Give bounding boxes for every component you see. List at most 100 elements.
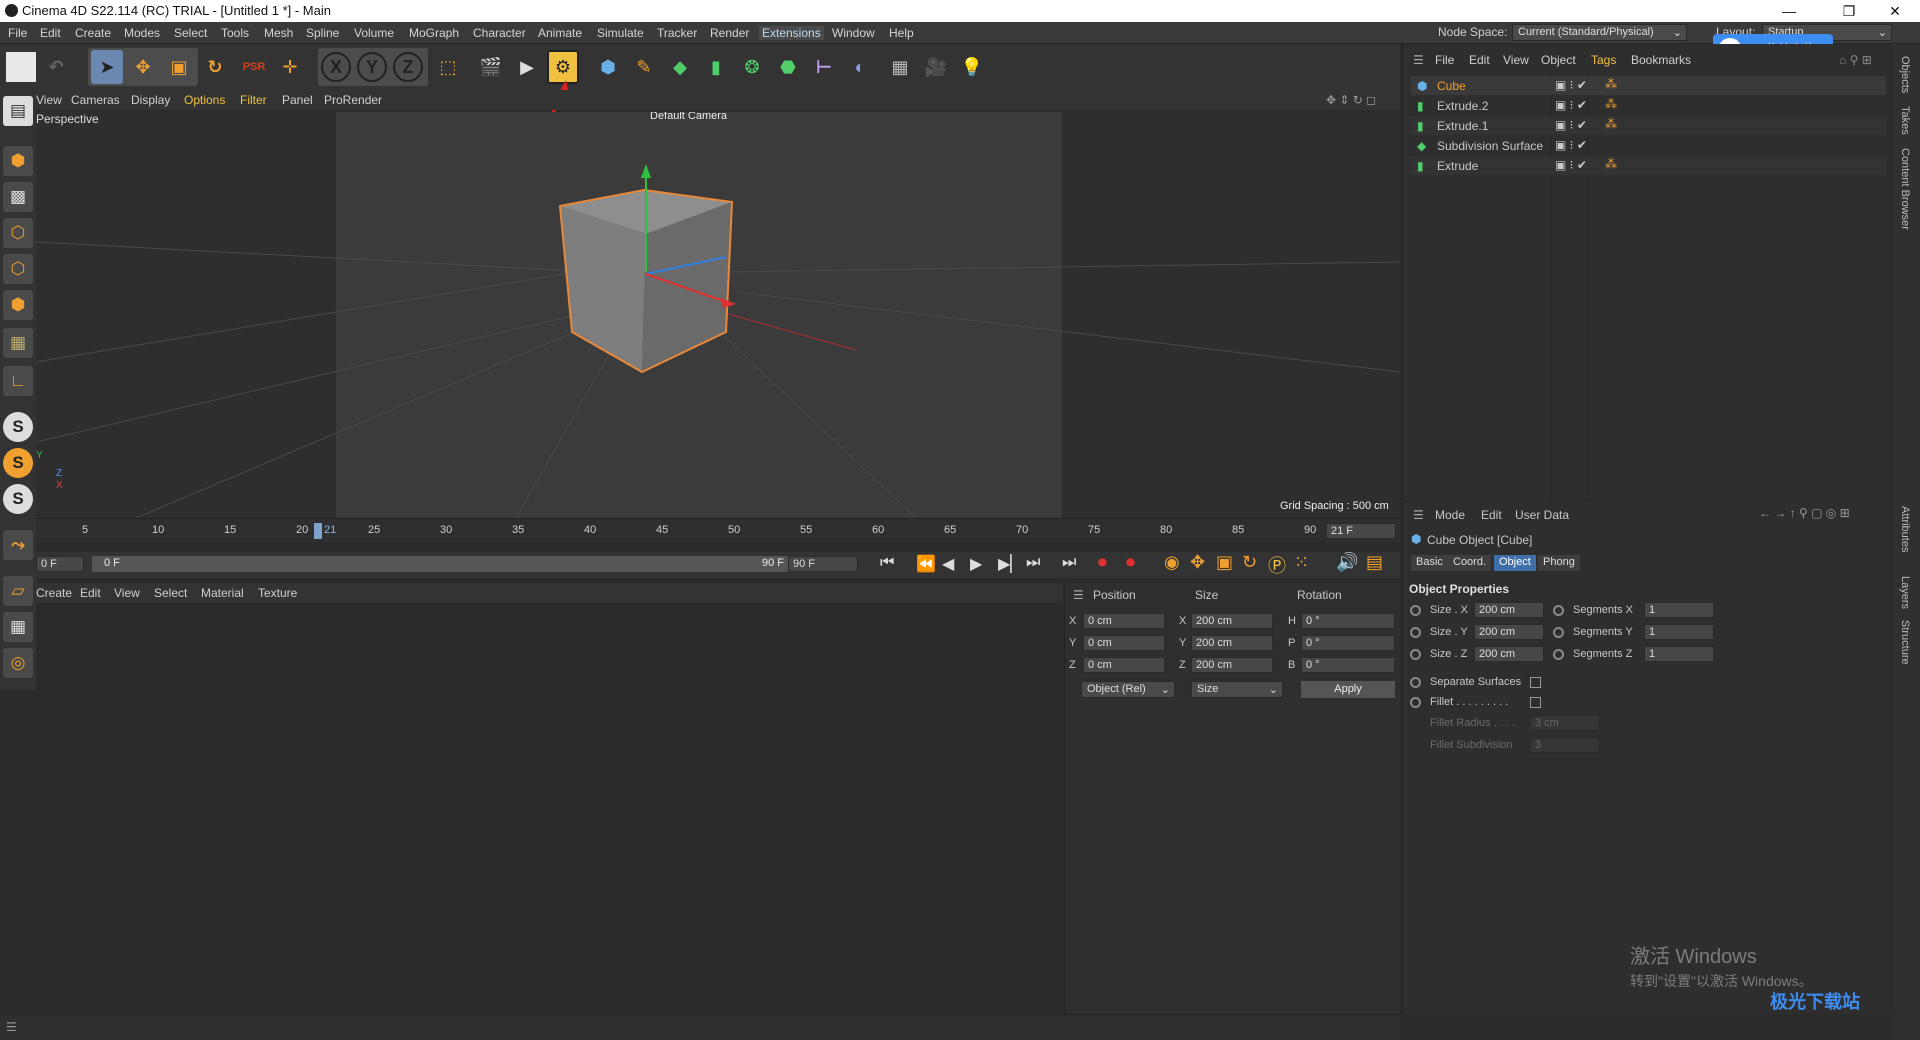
menu-extensions[interactable]: Extensions	[759, 26, 824, 40]
object-menu-object[interactable]: Object	[1541, 53, 1576, 67]
previous-frame-icon[interactable]: ◀	[942, 554, 954, 574]
menu-render[interactable]: Render	[710, 26, 749, 40]
selection-tool-icon[interactable]: ➤	[91, 50, 123, 84]
hamburger-icon[interactable]: ☰	[1413, 53, 1424, 67]
phong-tag-icon[interactable]: ⁂	[1605, 97, 1617, 111]
size-x-animate-radio[interactable]	[1410, 605, 1421, 616]
keyframe-selection-icon[interactable]: ◉	[1164, 552, 1180, 573]
attr-nav-icons[interactable]: ← → ↑ ⚲ ▢ ◎ ⊞	[1759, 506, 1850, 520]
rotation-b-field[interactable]: 0 °	[1301, 657, 1395, 673]
object-manager-tool-icons[interactable]: ⌂ ⚲ ⊞	[1839, 53, 1872, 67]
move-tool-icon[interactable]: ✥	[127, 50, 159, 84]
cloner-icon[interactable]: ❂	[736, 50, 768, 84]
attr-menu-mode[interactable]: Mode	[1435, 508, 1465, 522]
phong-tag-icon[interactable]: ⁂	[1605, 157, 1617, 171]
hamburger-icon[interactable]: ☰	[1413, 508, 1424, 522]
transform-tool-icon[interactable]: ✛	[274, 50, 306, 84]
size-y-field[interactable]: 200 cm	[1191, 635, 1273, 651]
axis-mode-icon[interactable]: ∟	[3, 366, 33, 396]
tab-attributes-vertical[interactable]: Attributes	[1899, 506, 1911, 552]
restore-button[interactable]: ❐	[1826, 1, 1872, 21]
recent-tools-icon[interactable]: PSR	[238, 50, 270, 84]
extrude-generator-icon[interactable]: ▮	[700, 50, 732, 84]
tab-object[interactable]: Object	[1494, 555, 1536, 571]
next-frame-icon[interactable]: ▶▏	[998, 554, 1023, 574]
uv-mode-icon[interactable]: ▦	[3, 328, 33, 358]
3d-viewport[interactable]: Perspective Default Camera Grid Spacing …	[36, 112, 1400, 518]
visibility-toggle-icon[interactable]: ▣ ⁝ ✔	[1555, 118, 1587, 132]
minimize-button[interactable]: —	[1766, 1, 1812, 21]
menu-spline[interactable]: Spline	[306, 26, 339, 40]
segments-y-animate-radio[interactable]	[1553, 627, 1564, 638]
object-menu-tags[interactable]: Tags	[1591, 53, 1616, 67]
y-axis-lock-icon[interactable]: Y	[357, 52, 387, 82]
menu-mesh[interactable]: Mesh	[264, 26, 293, 40]
menu-help[interactable]: Help	[889, 26, 914, 40]
phong-tag-icon[interactable]: ⁂	[1605, 77, 1617, 91]
make-editable-icon[interactable]: ▤	[3, 96, 33, 126]
object-row-extrude[interactable]: ▮ Extrude ▣ ⁝ ✔ ⁂	[1411, 156, 1886, 175]
viewport-navigate-icon[interactable]: ✥ ⇕ ↻ ◻	[1326, 93, 1376, 107]
fillet-animate-radio[interactable]	[1410, 697, 1421, 708]
go-to-end-icon[interactable]: ⏭	[1026, 554, 1040, 572]
object-row-extrude-1[interactable]: ▮ Extrude.1 ▣ ⁝ ✔ ⁂	[1411, 116, 1886, 135]
rotation-key-icon[interactable]: ↻	[1242, 552, 1257, 573]
material-menu-material[interactable]: Material	[201, 586, 244, 600]
size-x-input[interactable]: 200 cm	[1474, 602, 1544, 618]
coord-size-select[interactable]: Size ⌄	[1191, 681, 1283, 698]
object-menu-view[interactable]: View	[1503, 53, 1529, 67]
hamburger-icon[interactable]: ☰	[1073, 588, 1084, 602]
z-axis-lock-icon[interactable]: Z	[393, 52, 423, 82]
model-mode-icon[interactable]: ⬢	[3, 146, 33, 176]
undo-icon[interactable]: ↶	[40, 50, 72, 84]
object-row-extrude-2[interactable]: ▮ Extrude.2 ▣ ⁝ ✔ ⁂	[1411, 96, 1886, 115]
floor-environment-icon[interactable]: ▦	[884, 50, 916, 84]
visibility-toggle-icon[interactable]: ▣ ⁝ ✔	[1555, 98, 1587, 112]
separate-surfaces-animate-radio[interactable]	[1410, 677, 1421, 688]
position-y-field[interactable]: 0 cm	[1083, 635, 1165, 651]
viewport-menu-panel[interactable]: Panel	[282, 93, 313, 107]
timeline-window-icon[interactable]: ▤	[1366, 552, 1383, 573]
point-level-key-icon[interactable]: ⁙	[1294, 552, 1309, 573]
material-menu-edit[interactable]: Edit	[80, 586, 101, 600]
viewport-menu-filter[interactable]: Filter	[240, 93, 267, 107]
parameter-key-icon[interactable]: Ⓟ	[1268, 552, 1286, 578]
lock-workplane-icon[interactable]: ⤳	[3, 530, 33, 560]
x-axis-lock-icon[interactable]: X	[321, 52, 351, 82]
camera-icon[interactable]: 🎥	[920, 50, 952, 84]
viewport-menu-prorender[interactable]: ProRender	[324, 93, 382, 107]
position-x-field[interactable]: 0 cm	[1083, 613, 1165, 629]
segments-z-input[interactable]: 1	[1644, 646, 1714, 662]
tab-objects-vertical[interactable]: Objects	[1899, 56, 1911, 93]
segments-x-input[interactable]: 1	[1644, 602, 1714, 618]
field-icon[interactable]: ◐	[844, 50, 876, 84]
scale-key-icon[interactable]: ▣	[1216, 552, 1233, 573]
previous-key-icon[interactable]: ⏪	[916, 554, 936, 574]
size-x-field[interactable]: 200 cm	[1191, 613, 1273, 629]
tab-coord[interactable]: Coord.	[1448, 555, 1492, 571]
tab-phong[interactable]: Phong	[1538, 555, 1580, 571]
rotate-tool-icon[interactable]: ↻	[199, 50, 231, 84]
object-menu-edit[interactable]: Edit	[1469, 53, 1490, 67]
workplane-snap-icon[interactable]: S	[3, 484, 33, 514]
close-button[interactable]: ✕	[1872, 1, 1918, 21]
solo-icon[interactable]: ◎	[3, 648, 33, 678]
material-menu-view[interactable]: View	[114, 586, 140, 600]
workplane-icon[interactable]: ▱	[3, 576, 33, 606]
start-frame-field[interactable]: 0 F	[36, 556, 84, 572]
timeline-ruler[interactable]: 5 10 15 20 25 30 35 40 45 50 55 60 65 70…	[36, 518, 1400, 542]
viewport-menu-cameras[interactable]: Cameras	[71, 93, 120, 107]
sound-icon[interactable]: 🔊	[1336, 552, 1358, 573]
material-area[interactable]	[36, 603, 1062, 1013]
visibility-toggle-icon[interactable]: ▣ ⁝ ✔	[1555, 138, 1587, 152]
grid-plane-icon[interactable]: ▦	[3, 612, 33, 642]
object-menu-bookmarks[interactable]: Bookmarks	[1631, 53, 1691, 67]
menu-window[interactable]: Window	[832, 26, 875, 40]
size-z-input[interactable]: 200 cm	[1474, 646, 1544, 662]
rotation-p-field[interactable]: 0 °	[1301, 635, 1395, 651]
cube-object[interactable]	[516, 152, 836, 392]
position-z-field[interactable]: 0 cm	[1083, 657, 1165, 673]
menu-select[interactable]: Select	[174, 26, 207, 40]
object-row-subdivision-surface[interactable]: ◆ Subdivision Surface ▣ ⁝ ✔	[1411, 136, 1886, 155]
coordinate-system-icon[interactable]: ⬚	[432, 50, 464, 84]
